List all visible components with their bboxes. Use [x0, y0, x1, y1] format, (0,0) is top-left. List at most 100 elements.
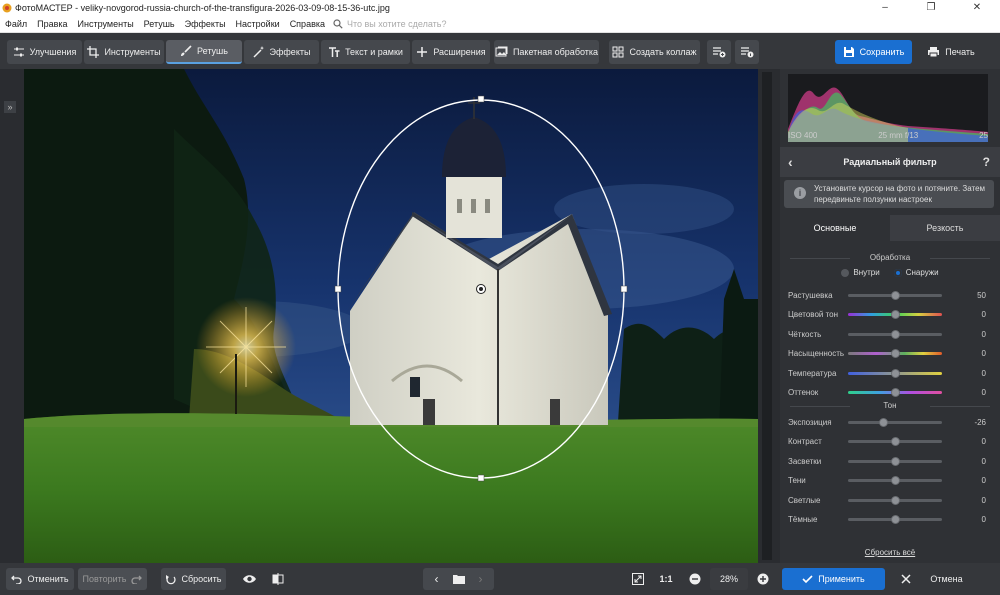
slider-shadows-track[interactable]: [848, 476, 942, 485]
slider-clarity-label: Чёткость: [788, 329, 822, 339]
reset-button[interactable]: Сбросить: [161, 568, 226, 590]
slider-highlights-track[interactable]: [848, 456, 942, 466]
print-button[interactable]: Печать: [916, 40, 986, 64]
slider-darks-handle[interactable]: [891, 515, 900, 524]
panel-scrollbar[interactable]: [762, 72, 772, 560]
zoom-value[interactable]: 28%: [710, 568, 748, 590]
help-icon[interactable]: ?: [983, 155, 990, 169]
fit-screen-button[interactable]: [626, 568, 650, 590]
batch-processing-button[interactable]: Пакетная обработка: [494, 40, 599, 64]
undo-button[interactable]: Отменить: [6, 568, 74, 590]
tone-section-label: Тон: [790, 401, 990, 410]
histogram-info: ISO 400 25 mm f/13 25: [788, 131, 988, 140]
tab-extensions[interactable]: Расширения: [412, 40, 490, 64]
save-button[interactable]: Сохранить: [835, 40, 912, 64]
preset-info-button[interactable]: [735, 40, 759, 64]
next-image-icon[interactable]: ›: [470, 572, 492, 586]
slider-tint-handle[interactable]: [891, 388, 900, 397]
slider-darks-value: 0: [981, 515, 986, 524]
menu-file[interactable]: Файл: [0, 19, 32, 29]
apply-button[interactable]: Применить: [782, 568, 885, 590]
slider-contrast-handle[interactable]: [891, 437, 900, 446]
close-icon[interactable]: ✕: [954, 0, 1000, 16]
slider-temperature-track[interactable]: [848, 368, 942, 378]
search-input[interactable]: [347, 19, 477, 29]
slider-temperature-handle[interactable]: [891, 368, 900, 378]
maximize-icon[interactable]: ❐: [908, 0, 954, 16]
cancel-button[interactable]: Отмена: [892, 568, 972, 590]
folder-icon[interactable]: [452, 574, 465, 584]
slider-feather-label: Растушевка: [788, 290, 833, 300]
right-panel: ISO 400 25 mm f/13 25 ‹ Радиальный фильт…: [780, 69, 1000, 563]
menu-edit[interactable]: Правка: [32, 19, 72, 29]
hint-box: i Установите курсор на фото и потяните. …: [784, 180, 994, 208]
reset-all-link[interactable]: Сбросить всё: [780, 548, 1000, 557]
undo-label: Отменить: [27, 574, 69, 584]
slider-saturation-track[interactable]: [848, 349, 942, 358]
slider-shadows-handle[interactable]: [891, 476, 900, 485]
prev-image-icon[interactable]: ‹: [426, 572, 448, 586]
redo-icon: [131, 575, 143, 584]
slider-lights-track[interactable]: [848, 495, 942, 505]
expand-panel-icon[interactable]: »: [4, 101, 16, 113]
menu-retouch[interactable]: Ретушь: [139, 19, 180, 29]
back-icon[interactable]: ‹: [788, 154, 793, 170]
radio-outside[interactable]: Снаружи: [893, 268, 939, 277]
plus-circle-icon: [757, 573, 769, 585]
floppy-icon: [843, 47, 854, 57]
slider-contrast-value: 0: [981, 437, 986, 446]
redo-button[interactable]: Повторить: [78, 568, 147, 590]
brush-icon: [181, 45, 192, 56]
slider-hue-tone: Цветовой тон 0: [788, 308, 988, 322]
tab-sharpness[interactable]: Резкость: [890, 215, 1000, 241]
tab-improve[interactable]: Улучшения: [7, 40, 82, 64]
slider-saturation-handle[interactable]: [891, 349, 900, 358]
slider-feather-track[interactable]: [848, 290, 942, 300]
slider-highlights-handle[interactable]: [891, 456, 900, 466]
slider-feather-handle[interactable]: [891, 290, 900, 300]
compare-toggle[interactable]: [265, 568, 291, 590]
menu-tools[interactable]: Инструменты: [73, 19, 139, 29]
menu-help[interactable]: Справка: [285, 19, 330, 29]
slider-lights-handle[interactable]: [891, 495, 900, 505]
crop-icon: [87, 46, 100, 58]
menu-effects[interactable]: Эффекты: [180, 19, 231, 29]
list-info-icon: [741, 47, 754, 58]
slider-exposure-handle[interactable]: [878, 417, 888, 427]
slider-contrast-track[interactable]: [848, 437, 942, 446]
slider-darks-track[interactable]: [848, 515, 942, 524]
slider-highlights-value: 0: [981, 456, 986, 466]
slider-hue-tone-track[interactable]: [848, 310, 942, 319]
tab-improve-label: Улучшения: [29, 47, 77, 57]
radio-outside-dot: [893, 268, 902, 277]
slider-exposure-track[interactable]: [848, 417, 942, 427]
slider-shadows-label: Тени: [788, 476, 806, 485]
add-preset-button[interactable]: [707, 40, 731, 64]
create-collage-button[interactable]: Создать коллаж: [609, 40, 700, 64]
redo-label: Повторить: [82, 574, 127, 584]
slider-hue-tone-handle[interactable]: [891, 310, 900, 319]
processing-section-label: Обработка: [790, 253, 990, 262]
zoom-1to1-button[interactable]: 1:1: [654, 568, 678, 590]
zoom-in-button[interactable]: [752, 568, 774, 590]
tab-retouch[interactable]: Ретушь: [166, 40, 242, 64]
slider-temperature: Температура 0: [788, 366, 988, 380]
save-label: Сохранить: [859, 47, 905, 57]
slider-tint-value: 0: [981, 388, 986, 397]
slider-tint-label: Оттенок: [788, 388, 819, 397]
tab-basic[interactable]: Основные: [780, 215, 890, 241]
tab-text-frames[interactable]: Текст и рамки: [321, 40, 410, 64]
zoom-out-button[interactable]: [684, 568, 706, 590]
panel-title: Радиальный фильтр: [843, 157, 937, 167]
slider-tint-track[interactable]: [848, 388, 942, 397]
slider-clarity-track[interactable]: [848, 329, 942, 339]
preview-toggle[interactable]: [236, 568, 262, 590]
minimize-icon[interactable]: –: [862, 0, 908, 16]
slider-clarity-handle[interactable]: [891, 329, 900, 339]
tab-tools[interactable]: Инструменты: [84, 40, 164, 64]
tab-effects[interactable]: Эффекты: [244, 40, 319, 64]
tab-text-frames-label: Текст и рамки: [345, 47, 403, 57]
menu-settings[interactable]: Настройки: [231, 19, 285, 29]
radio-inside[interactable]: Внутри: [841, 268, 880, 277]
photo-canvas[interactable]: [24, 69, 758, 563]
